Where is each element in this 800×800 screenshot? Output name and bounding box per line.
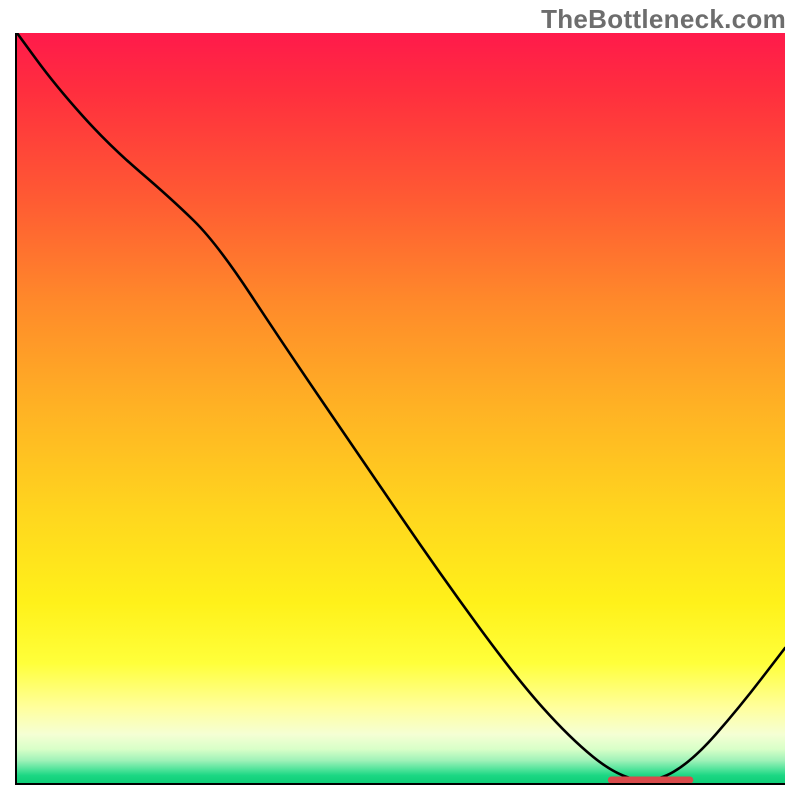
bottleneck-curve xyxy=(17,33,785,783)
watermark-text: TheBottleneck.com xyxy=(541,4,786,35)
plot-area xyxy=(15,33,785,785)
chart-stage: TheBottleneck.com xyxy=(0,0,800,800)
minimum-marker xyxy=(608,777,692,783)
